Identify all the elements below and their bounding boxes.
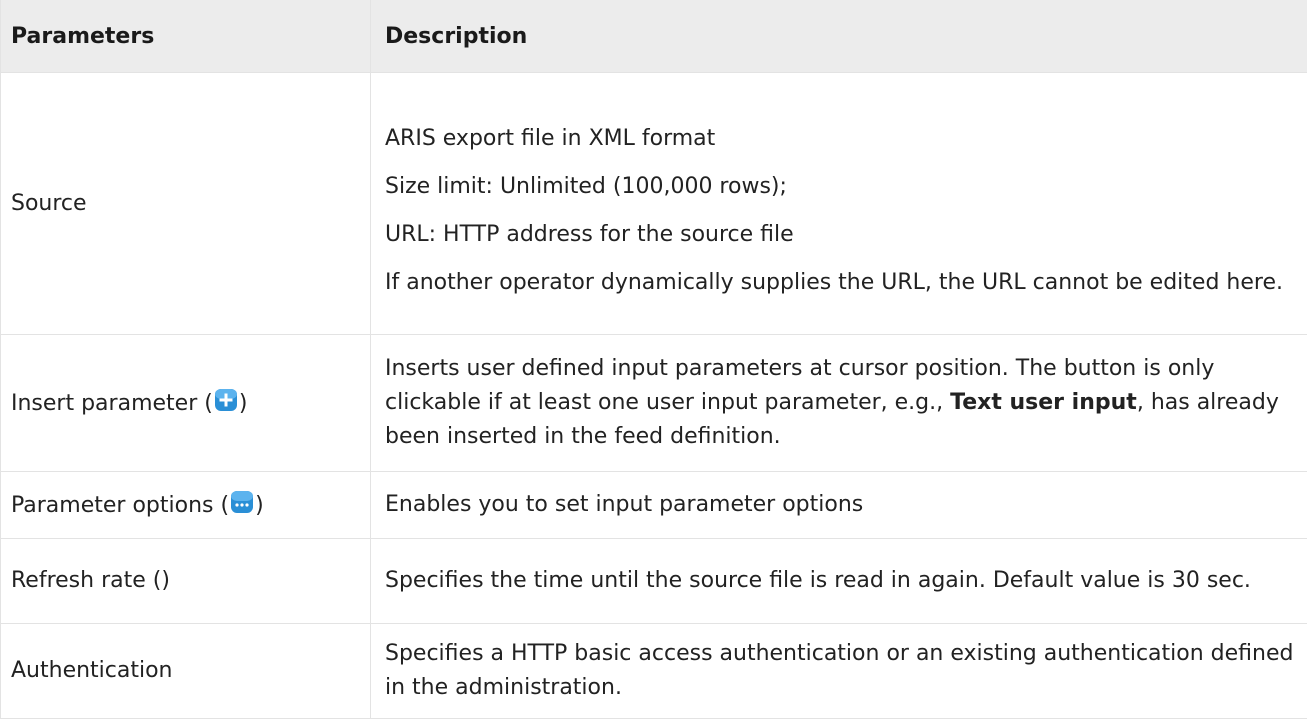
param-source: Source bbox=[0, 72, 371, 335]
table-row: Source ARIS export file in XML format Si… bbox=[0, 72, 1307, 335]
desc-line: If another operator dynamically supplies… bbox=[385, 269, 1283, 295]
table-row: Refresh rate () Specifies the time until… bbox=[0, 538, 1307, 624]
parameters-table: Parameters Description Source ARIS expor… bbox=[0, 0, 1307, 719]
param-authentication: Authentication bbox=[0, 623, 371, 719]
desc-refresh: Specifies the time until the source file… bbox=[370, 538, 1307, 624]
table-header-row: Parameters Description bbox=[0, 0, 1307, 73]
add-icon bbox=[213, 387, 239, 413]
desc-source: ARIS export file in XML format Size limi… bbox=[370, 72, 1307, 335]
desc-line: URL: HTTP address for the source file bbox=[385, 221, 794, 247]
header-description: Description bbox=[370, 0, 1307, 73]
desc-options: Enables you to set input parameter optio… bbox=[370, 471, 1307, 539]
desc-authentication: Specifies a HTTP basic access authentica… bbox=[370, 623, 1307, 719]
more-options-icon bbox=[229, 489, 255, 515]
desc-line: ARIS export file in XML format bbox=[385, 125, 716, 151]
param-label-suffix: ) bbox=[238, 390, 248, 416]
param-options: Parameter options () bbox=[0, 471, 371, 539]
desc-bold-text: Text user input bbox=[950, 390, 1137, 415]
desc-insert: Inserts user defined input parameters at… bbox=[370, 334, 1307, 472]
param-insert: Insert parameter () bbox=[0, 334, 371, 472]
table-row: Authentication Specifies a HTTP basic ac… bbox=[0, 623, 1307, 719]
table-row: Parameter options () Enables you to set … bbox=[0, 471, 1307, 539]
desc-line: Size limit: Unlimited (100,000 rows); bbox=[385, 173, 787, 199]
param-label: Parameter options ( bbox=[11, 492, 230, 518]
header-parameters: Parameters bbox=[0, 0, 371, 73]
param-refresh: Refresh rate () bbox=[0, 538, 371, 624]
param-label: Insert parameter ( bbox=[11, 390, 213, 416]
param-label-suffix: ) bbox=[255, 492, 264, 518]
table-row: Insert parameter () Inserts user defined… bbox=[0, 334, 1307, 472]
